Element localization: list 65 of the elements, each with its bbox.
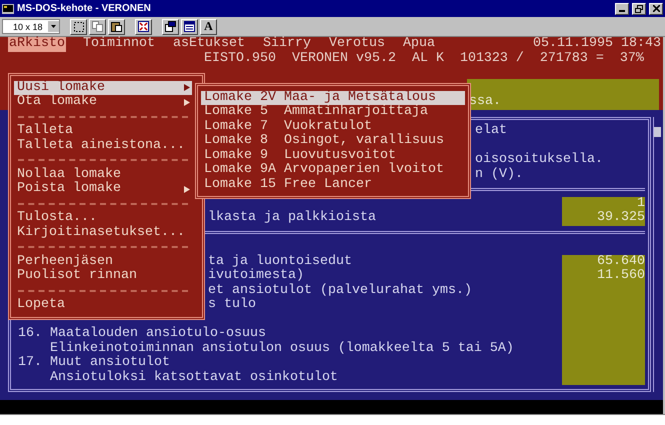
copy-icon bbox=[92, 21, 103, 32]
menu-item[interactable]: Lopeta bbox=[14, 298, 192, 312]
minimize-button[interactable] bbox=[615, 2, 629, 14]
menu-bar-item[interactable]: aRkisto bbox=[8, 37, 66, 52]
window-icon bbox=[184, 21, 195, 32]
window-properties-icon bbox=[165, 21, 176, 32]
copy-button[interactable] bbox=[89, 18, 106, 34]
fullscreen-button[interactable] bbox=[135, 18, 152, 34]
submenu-arrow-icon bbox=[184, 186, 190, 193]
font-size-dropdown[interactable]: 10 x 18 bbox=[2, 19, 60, 34]
form-text: et ansiotulot (palvelurahat yms.) bbox=[208, 284, 472, 298]
menu-item[interactable]: Lomake 9 Luovutusvoitot bbox=[201, 148, 465, 164]
menu-item[interactable]: Lomake 15 Free Lancer bbox=[201, 178, 465, 192]
menu-item[interactable]: Poista lomake bbox=[14, 182, 192, 196]
app-icon bbox=[2, 2, 14, 14]
menu-bar-item[interactable]: Siirry bbox=[262, 37, 312, 52]
dashed-rectangle-icon bbox=[74, 22, 84, 32]
restore-button[interactable] bbox=[632, 2, 646, 14]
menu-item[interactable]: Tulosta... bbox=[14, 211, 192, 226]
date-time: 05.11.1995 18:43 bbox=[533, 37, 662, 52]
properties-button[interactable] bbox=[162, 18, 179, 34]
font-button[interactable]: A bbox=[200, 18, 217, 34]
menu-item[interactable]: Lomake 5 Ammatinharjoittaja bbox=[201, 105, 465, 120]
menu-item[interactable]: Puolisot rinnan bbox=[14, 269, 192, 284]
menu-bar-item[interactable]: asEtukset bbox=[172, 37, 246, 52]
menu-bar-item[interactable]: Toiminnot bbox=[82, 37, 156, 52]
message-bar: ssa. bbox=[467, 78, 659, 110]
close-button[interactable] bbox=[649, 2, 663, 14]
window-title: MS-DOS-kehote - VERONEN bbox=[17, 3, 151, 14]
value-text: 11.560 bbox=[597, 268, 645, 283]
menu-item[interactable]: Lomake 8 Osingot, varallisuus bbox=[201, 134, 465, 149]
form-text: lkasta ja palkkioista bbox=[208, 211, 376, 226]
menu-item[interactable]: Lomake 7 Vuokratulot bbox=[201, 120, 465, 134]
menu-item[interactable]: Talleta bbox=[14, 124, 192, 138]
value-text: 39.325 bbox=[597, 210, 645, 225]
form-text: 17. Muut ansiotulot bbox=[18, 356, 170, 370]
menu-item[interactable]: Lomake 2V Maa- ja Metsätalous bbox=[201, 90, 465, 106]
restore-icon bbox=[635, 4, 643, 12]
fullscreen-icon bbox=[138, 21, 149, 32]
mark-button[interactable] bbox=[70, 18, 87, 34]
form-text: ivutoimesta) bbox=[208, 269, 304, 283]
form-text: Ansiotuloksi katsottavat osinkotulot bbox=[50, 370, 338, 385]
menu-item[interactable]: Talleta aineistona... bbox=[14, 138, 192, 153]
menu-item[interactable]: Lomake 9A Arvopaperien lvoitot bbox=[201, 163, 465, 178]
form-text: s tulo bbox=[208, 298, 256, 312]
menu-bar-item[interactable]: Apua bbox=[402, 37, 436, 52]
menu-item[interactable]: Perheenjäsen bbox=[14, 254, 192, 269]
close-icon bbox=[652, 5, 660, 12]
menu-item[interactable]: Uusi lomake bbox=[14, 80, 192, 95]
menu-item[interactable]: Nollaa lomake bbox=[14, 168, 192, 182]
form-text: Elinkeinotoiminnan ansiotulon osuus (lomakkeelta 5 tai 5A) bbox=[50, 342, 514, 356]
value-text: 1 bbox=[637, 196, 645, 210]
form-text: elat bbox=[475, 124, 507, 138]
form-text: 16. Maatalouden ansiotulo-osuus bbox=[18, 327, 266, 341]
menu-item[interactable]: Kirjoitinasetukset... bbox=[14, 226, 192, 240]
form-text: n (V). bbox=[475, 168, 523, 182]
paste-button[interactable] bbox=[108, 18, 125, 34]
menu-bar-item[interactable]: Verotus bbox=[328, 37, 386, 52]
status-info-line: EISTO.950 VERONEN v95.2 AL K 101323 / 271783 = 37% bbox=[204, 52, 644, 66]
value-text: 65.640 bbox=[597, 254, 645, 268]
clipboard-icon bbox=[111, 21, 122, 32]
background-button[interactable] bbox=[181, 18, 198, 34]
form-text: ta ja luontoisedut bbox=[208, 254, 352, 268]
menu-item[interactable]: Ota lomake bbox=[14, 95, 192, 110]
form-text: oisosoituksella. bbox=[475, 153, 603, 167]
